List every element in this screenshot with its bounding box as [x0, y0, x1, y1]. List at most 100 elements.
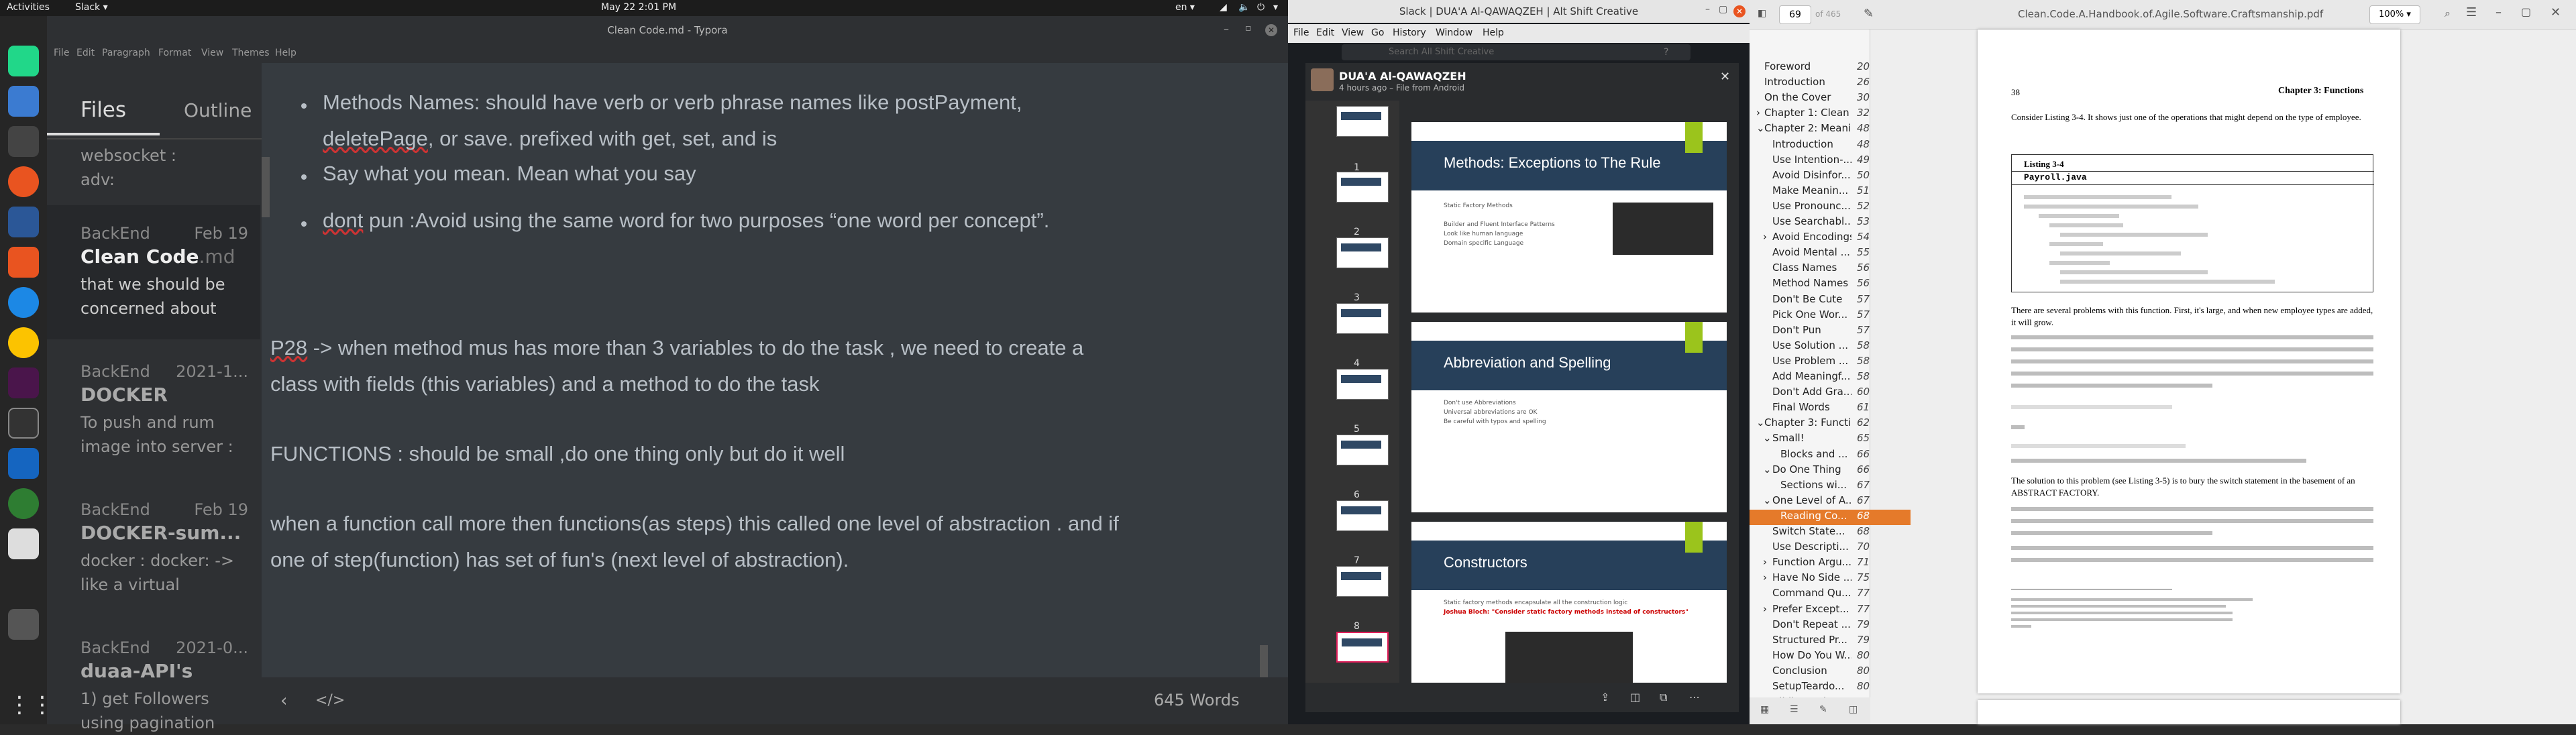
expand-chevron-icon[interactable]: ⌄ [1763, 494, 1771, 506]
expand-chevron-icon[interactable]: › [1763, 571, 1771, 583]
document-app-icon[interactable] [8, 86, 39, 117]
outline-item[interactable]: Avoid Mental ... 55 [1750, 246, 1911, 262]
zoom-select[interactable]: 100% ▾ [2369, 5, 2420, 24]
bullet-dont-pun[interactable]: dont pun :Avoid using the same word for … [323, 203, 1255, 239]
expand-chevron-icon[interactable]: ⌄ [1756, 416, 1764, 429]
slide-thumbnail[interactable] [1336, 303, 1389, 334]
outline-item[interactable]: › Prefer Except... 77 [1750, 603, 1911, 618]
close-viewer-icon[interactable]: ✕ [1720, 70, 1730, 84]
outline-item[interactable]: Pick One Wor... 57 [1750, 308, 1911, 324]
show-apps-icon[interactable]: ⋮⋮ [8, 689, 54, 720]
software-center-icon[interactable] [8, 247, 39, 278]
outline-item[interactable]: How Do You W... 80 [1750, 649, 1911, 665]
paragraph-p28[interactable]: P28 -> when method mus has more than 3 v… [270, 330, 1203, 402]
postman-icon[interactable] [8, 166, 39, 197]
slide-thumbnail[interactable] [1336, 435, 1389, 465]
power-icon[interactable]: ⏻ [1257, 2, 1265, 13]
expand-chevron-icon[interactable]: › [1763, 231, 1771, 243]
source-mode-icon[interactable]: </> [315, 692, 345, 709]
menu-format[interactable]: Format [158, 48, 191, 58]
outline-item[interactable]: Blocks and ... 66 [1750, 448, 1911, 463]
expand-chevron-icon[interactable]: › [1763, 603, 1771, 615]
slide-thumbnail[interactable] [1336, 172, 1389, 203]
menu-file[interactable]: File [54, 48, 69, 58]
pycharm-icon[interactable] [8, 46, 39, 76]
maximize-button[interactable]: ▫ [1245, 23, 1252, 34]
slide-abbreviation-spelling[interactable]: Abbreviation and Spelling Don't use Abbr… [1411, 322, 1727, 512]
outline-item[interactable]: ›Chapter 1: Clean ... 32 [1750, 107, 1911, 122]
bullet-say-what-you-mean[interactable]: Say what you mean. Mean what you say [323, 156, 1255, 192]
outline-item[interactable]: Avoid Disinfor... 50 [1750, 169, 1911, 184]
outline-item[interactable]: Reading Co... 68 [1750, 509, 1911, 525]
outline-item[interactable]: Don't Add Gra... 60 [1750, 386, 1911, 401]
bullet-method-names[interactable]: Methods Names: should have verb or verb … [323, 84, 1255, 157]
sidebar-toggle-icon[interactable]: ◧ [1758, 8, 1766, 19]
menu-view[interactable]: View [1342, 27, 1364, 38]
clock[interactable]: May 22 2:01 PM [601, 2, 676, 13]
outline-item[interactable]: › Have No Side ... 75 [1750, 571, 1911, 587]
list-item-preview[interactable]: websocket : adv: [80, 144, 176, 192]
sidebar-toggle-icon[interactable]: ‹ [280, 691, 287, 711]
open-external-icon[interactable]: ⧉ [1660, 691, 1667, 704]
menu-go[interactable]: Go [1371, 27, 1384, 38]
outline-item[interactable]: ⌄ Do One Thing 66 [1750, 463, 1911, 479]
outline-item[interactable]: ⌄ Chapter 3: Functi... 62 [1750, 416, 1911, 432]
menu-edit[interactable]: Edit [76, 48, 95, 58]
layers-view-icon[interactable]: ◫ [1849, 704, 1858, 715]
slide-methods-exceptions[interactable]: Methods: Exceptions to The Rule Static F… [1411, 122, 1727, 313]
expand-chevron-icon[interactable]: ⌄ [1763, 463, 1771, 475]
help-icon[interactable] [8, 287, 39, 318]
share-icon[interactable]: ⇪ [1601, 691, 1609, 703]
slide-thumbnail[interactable] [1336, 106, 1389, 137]
slide-constructors[interactable]: Constructors Static factory methods enca… [1411, 522, 1727, 685]
slide-thumbnail-selected[interactable] [1336, 632, 1389, 663]
slide-thumbnail[interactable] [1336, 566, 1389, 597]
app-menu[interactable]: Slack ▾ [75, 2, 108, 13]
next-pdf-page[interactable] [1978, 700, 2400, 724]
outline-item[interactable]: Command Qu... 77 [1750, 587, 1911, 602]
language-indicator[interactable]: en ▾ [1175, 2, 1195, 13]
menu-themes[interactable]: Themes [232, 48, 270, 58]
outline-item[interactable]: Don't Repeat ... 79 [1750, 618, 1911, 634]
network-icon[interactable]: ◢ [1220, 2, 1227, 13]
trash-icon[interactable] [8, 609, 39, 640]
outline-item[interactable]: On the Cover 30 [1750, 91, 1911, 107]
menu-paragraph[interactable]: Paragraph [102, 48, 150, 58]
close-button[interactable]: ✕ [1265, 24, 1277, 36]
outline-item[interactable]: › Function Argu... 71 [1750, 556, 1911, 571]
paragraph-abstraction[interactable]: when a function call more then functions… [270, 506, 1203, 578]
sidebar-scrollbar[interactable] [262, 157, 270, 217]
outline-item[interactable]: › Avoid Encodings 54 [1750, 231, 1911, 246]
more-icon[interactable]: ⋯ [1689, 691, 1700, 703]
menu-view[interactable]: View [201, 48, 223, 58]
tab-outline[interactable]: Outline [184, 99, 252, 121]
menu-window[interactable]: Window [1436, 27, 1472, 38]
outline-item[interactable]: ⌄ Chapter 2: Meani... 48 [1750, 122, 1911, 137]
outline-item[interactable]: ⌄ Small! 65 [1750, 432, 1911, 447]
outline-item[interactable]: Don't Be Cute 57 [1750, 293, 1911, 308]
expand-chevron-icon[interactable]: ⌄ [1756, 122, 1764, 134]
volume-icon[interactable]: 🔈 [1238, 2, 1250, 13]
thumbnails-view-icon[interactable]: ▦ [1760, 704, 1769, 715]
system-menu-icon[interactable]: ▾ [1273, 2, 1278, 13]
search-input[interactable]: Search All Shift Creative [1342, 44, 1690, 60]
slide-thumbnail[interactable] [1336, 237, 1389, 268]
rhythmbox-icon[interactable] [8, 327, 39, 358]
outline-item[interactable]: Make Meanin... 51 [1750, 184, 1911, 200]
outline-item[interactable]: Add Meaningf... 58 [1750, 370, 1911, 386]
outline-item[interactable]: Structured Pr... 79 [1750, 634, 1911, 649]
paragraph-functions[interactable]: FUNCTIONS : should be small ,do one thin… [270, 436, 1203, 472]
close-button[interactable]: ✕ [1733, 5, 1746, 17]
grid-app-icon[interactable] [8, 126, 39, 157]
outline-view-icon[interactable]: ☰ [1790, 704, 1799, 715]
vscode-icon[interactable] [8, 448, 39, 479]
help-icon[interactable]: ? [1664, 47, 1668, 58]
expand-chevron-icon[interactable]: › [1763, 556, 1771, 568]
search-icon[interactable]: ⌕ [2445, 7, 2451, 20]
slide-thumbnail[interactable] [1336, 369, 1389, 400]
outline-item[interactable]: Don't Pun 57 [1750, 324, 1911, 339]
terminal-icon[interactable] [8, 408, 39, 439]
expand-chevron-icon[interactable]: ⌄ [1763, 432, 1771, 444]
minimize-button[interactable]: – [1224, 23, 1229, 36]
outline-item[interactable]: ⌄ One Level of A... 67 [1750, 494, 1911, 510]
